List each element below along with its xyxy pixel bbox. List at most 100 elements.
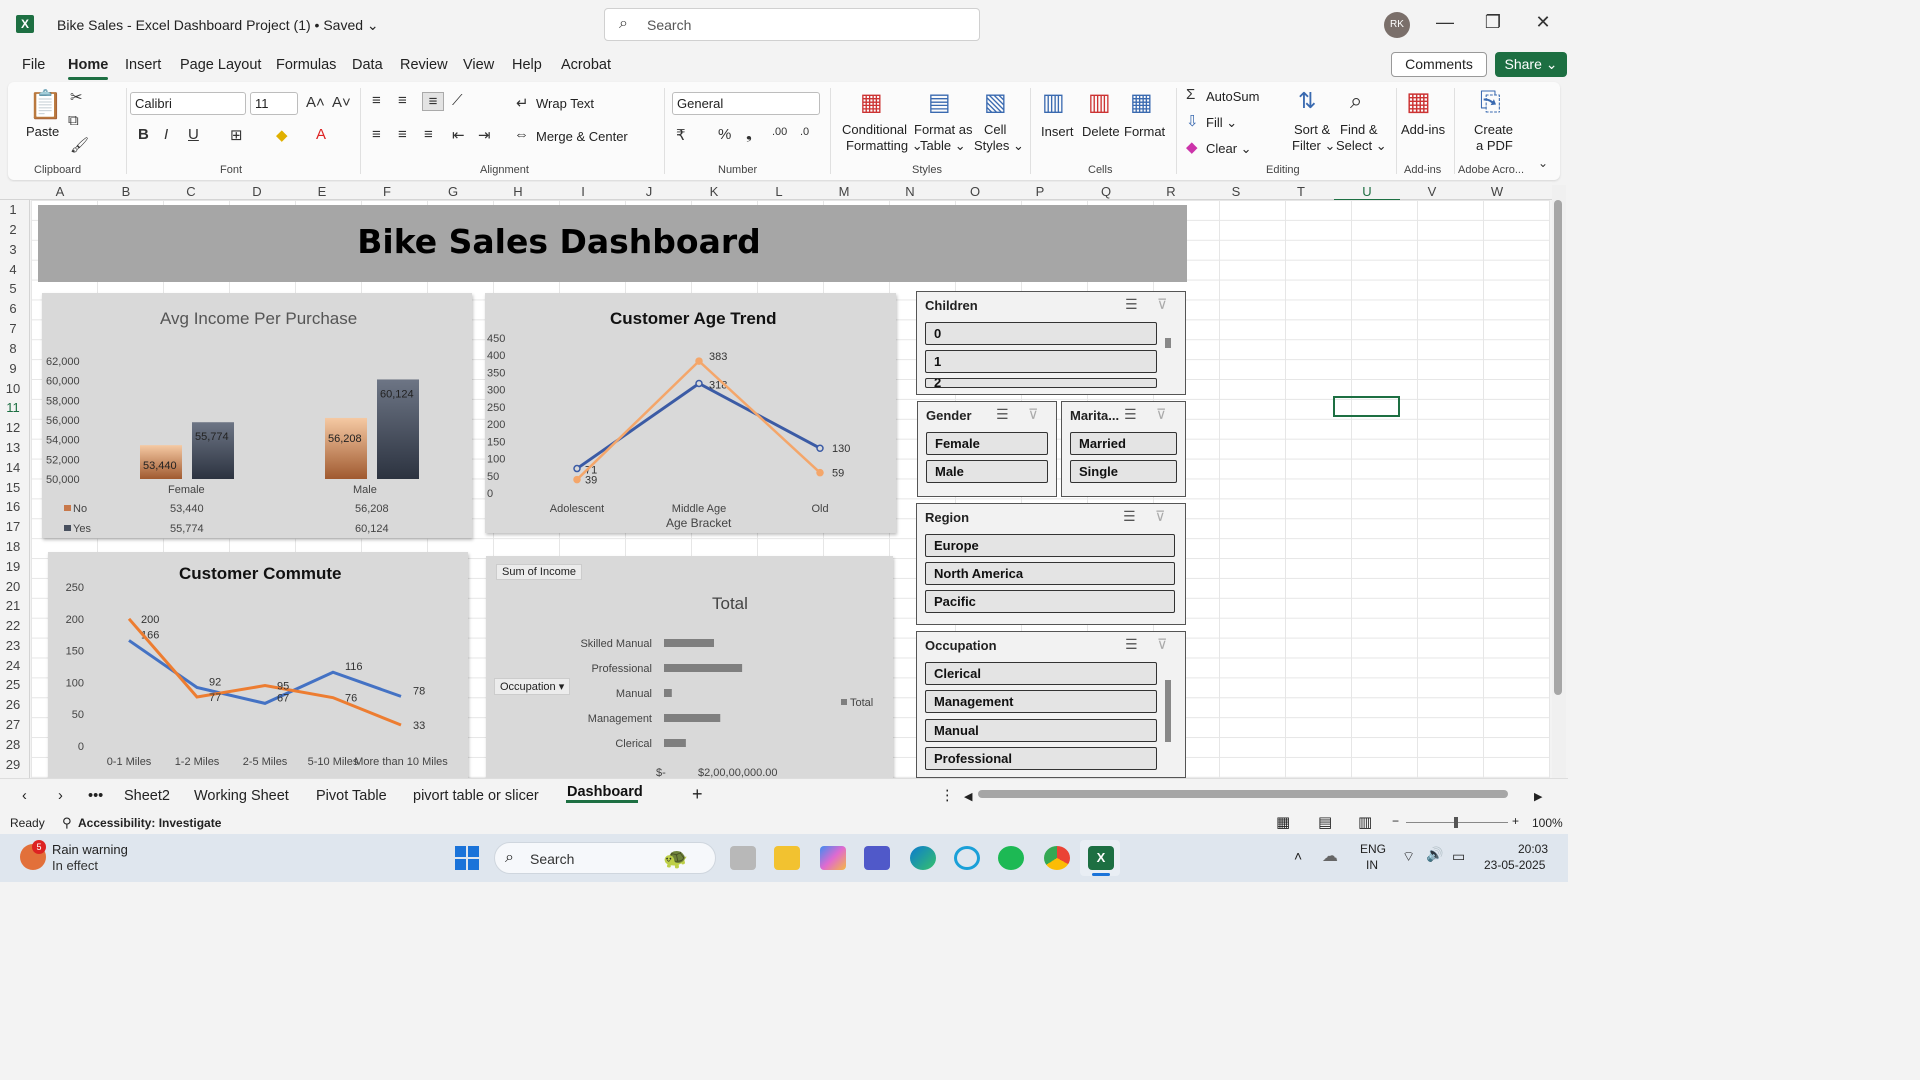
- vertical-scrollbar-thumb[interactable]: [1554, 200, 1562, 695]
- tab-acrobat[interactable]: Acrobat: [561, 57, 611, 73]
- marital-status-slicer[interactable]: Marita... ☰ ⊽ Married Single: [1061, 401, 1186, 497]
- merge-center-button[interactable]: Merge & Center: [536, 129, 628, 144]
- row-11[interactable]: 11: [0, 400, 26, 415]
- row-26[interactable]: 26: [0, 697, 26, 712]
- italic-icon[interactable]: I: [164, 126, 168, 143]
- slicer-item[interactable]: Married: [1070, 432, 1177, 455]
- row-5[interactable]: 5: [0, 281, 26, 296]
- delete-cells-button[interactable]: Delete: [1082, 124, 1120, 139]
- column-j[interactable]: J: [616, 184, 682, 199]
- clear-filter-icon[interactable]: ⊽: [1155, 508, 1165, 525]
- column-d[interactable]: D: [224, 184, 290, 199]
- align-center-icon[interactable]: ≡: [398, 126, 407, 143]
- comments-button[interactable]: Comments: [1391, 52, 1487, 77]
- tab-insert[interactable]: Insert: [125, 57, 161, 73]
- column-s[interactable]: S: [1203, 184, 1269, 199]
- edge-icon[interactable]: [910, 846, 936, 870]
- insert-cells-icon[interactable]: ▥: [1042, 88, 1065, 117]
- clock-date[interactable]: 23-05-2025: [1484, 858, 1545, 872]
- page-break-view-icon[interactable]: ▥: [1358, 813, 1372, 831]
- percent-icon[interactable]: %: [718, 126, 731, 143]
- zoom-out-icon[interactable]: −: [1392, 814, 1399, 828]
- row-13[interactable]: 13: [0, 440, 26, 455]
- children-slicer[interactable]: Children ☰ ⊽ 0 1 2: [916, 291, 1186, 395]
- row-6[interactable]: 6: [0, 301, 26, 316]
- increase-font-icon[interactable]: A˄: [306, 94, 325, 111]
- row-15[interactable]: 15: [0, 480, 26, 495]
- row-29[interactable]: 29: [0, 757, 26, 772]
- hscroll-right-icon[interactable]: ▶: [1534, 790, 1542, 803]
- align-top-icon[interactable]: ≡: [372, 92, 381, 109]
- column-u[interactable]: U: [1334, 184, 1400, 201]
- cell-styles-icon[interactable]: ▧: [984, 88, 1007, 117]
- occupation-income-chart[interactable]: Sum of Income Total Occupation ▾ Skilled…: [486, 556, 893, 778]
- increase-indent-icon[interactable]: ⇥: [478, 126, 491, 144]
- find-select-button-line2[interactable]: Select ⌄: [1336, 138, 1387, 154]
- accessibility-status[interactable]: Accessibility: Investigate: [78, 816, 221, 830]
- occupation-slicer[interactable]: Occupation ☰ ⊽ Clerical Management Manua…: [916, 631, 1186, 778]
- share-button[interactable]: Share ⌄: [1495, 52, 1567, 77]
- column-n[interactable]: N: [877, 184, 943, 199]
- sort-filter-button-line2[interactable]: Filter ⌄: [1292, 138, 1335, 154]
- restore-icon[interactable]: ❐: [1478, 12, 1508, 33]
- slicer-item[interactable]: Professional: [925, 747, 1157, 770]
- gender-slicer[interactable]: Gender ☰ ⊽ Female Male: [917, 401, 1057, 497]
- row-21[interactable]: 21: [0, 598, 26, 613]
- cut-icon[interactable]: ✂: [70, 88, 83, 106]
- format-as-table-button-line2[interactable]: Table ⌄: [920, 138, 966, 154]
- column-k[interactable]: K: [681, 184, 747, 199]
- format-as-table-icon[interactable]: ▤: [928, 88, 951, 117]
- slicer-item[interactable]: Europe: [925, 534, 1175, 557]
- row-7[interactable]: 7: [0, 321, 26, 336]
- sheet-tab-pivot-slicer[interactable]: pivort table or slicer: [413, 788, 539, 804]
- wrap-text-button[interactable]: Wrap Text: [536, 96, 594, 111]
- slicer-item[interactable]: Male: [926, 460, 1048, 483]
- row-17[interactable]: 17: [0, 519, 26, 534]
- paste-button[interactable]: Paste: [26, 124, 59, 139]
- slicer-item[interactable]: 0: [925, 322, 1157, 345]
- more-options-icon[interactable]: ⋮: [940, 788, 955, 804]
- row-9[interactable]: 9: [0, 361, 26, 376]
- clear-filter-icon[interactable]: ⊽: [1157, 296, 1167, 313]
- column-f[interactable]: F: [354, 184, 420, 199]
- excel-taskbar-icon[interactable]: X: [1088, 846, 1114, 870]
- battery-icon[interactable]: ▭: [1452, 848, 1465, 865]
- add-ins-icon[interactable]: ▦: [1406, 86, 1431, 117]
- accounting-icon[interactable]: ₹: [676, 126, 686, 144]
- conditional-formatting-button[interactable]: Conditional: [842, 122, 907, 137]
- font-color-icon[interactable]: A: [316, 126, 326, 143]
- slicer-item[interactable]: Management: [925, 690, 1157, 713]
- clear-filter-icon[interactable]: ⊽: [1157, 636, 1167, 653]
- teams-icon[interactable]: [864, 846, 890, 870]
- format-cells-button[interactable]: Format: [1124, 124, 1165, 139]
- multi-select-icon[interactable]: ☰: [1125, 636, 1138, 653]
- bold-icon[interactable]: B: [138, 126, 149, 143]
- column-w[interactable]: W: [1464, 184, 1530, 199]
- fill-color-icon[interactable]: ◆: [276, 126, 288, 144]
- row-14[interactable]: 14: [0, 460, 26, 475]
- row-18[interactable]: 18: [0, 539, 26, 554]
- row-28[interactable]: 28: [0, 737, 26, 752]
- increase-decimal-icon[interactable]: .00: [772, 126, 787, 138]
- create-pdf-button-line2[interactable]: a PDF: [1476, 138, 1513, 153]
- cell-styles-button[interactable]: Cell: [984, 122, 1006, 137]
- create-pdf-icon[interactable]: ⎘: [1480, 86, 1501, 118]
- slicer-item[interactable]: North America: [925, 562, 1175, 585]
- number-format-dropdown[interactable]: General: [672, 92, 820, 115]
- commute-chart[interactable]: Customer Commute 250 200 150 100 50 0 0-1 Mile…: [48, 552, 468, 778]
- windows-start-icon[interactable]: [455, 846, 479, 870]
- sort-filter-button[interactable]: Sort &: [1294, 122, 1330, 137]
- column-a[interactable]: A: [27, 184, 93, 199]
- column-e[interactable]: E: [289, 184, 355, 199]
- align-middle-icon[interactable]: ≡: [398, 92, 407, 109]
- horizontal-scrollbar-thumb[interactable]: [978, 790, 1508, 798]
- language-line1[interactable]: ENG: [1360, 842, 1386, 856]
- column-r[interactable]: R: [1138, 184, 1204, 199]
- volume-icon[interactable]: 🔊: [1426, 846, 1443, 863]
- slicer-scrollbar[interactable]: [1165, 680, 1171, 742]
- tab-page-layout[interactable]: Page Layout: [180, 57, 261, 73]
- orientation-icon[interactable]: ⟋: [452, 92, 463, 109]
- age-trend-chart[interactable]: Customer Age Trend 450 400 350 300 250 200 150…: [485, 293, 896, 533]
- autosum-button[interactable]: AutoSum: [1206, 89, 1259, 104]
- multi-select-icon[interactable]: ☰: [996, 406, 1009, 423]
